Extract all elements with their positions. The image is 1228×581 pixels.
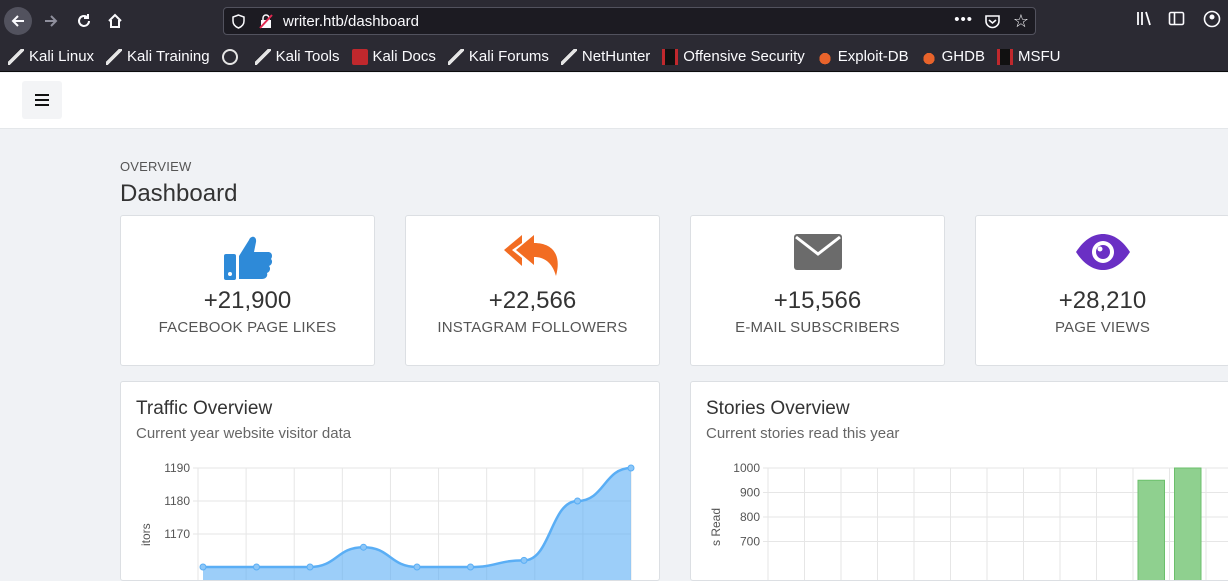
bar — [1174, 467, 1202, 580]
globe-icon — [221, 48, 238, 65]
bookmark-label: Kali Training — [127, 48, 210, 65]
data-point — [253, 563, 260, 571]
traffic-overview-card: Traffic Overview Current year website vi… — [120, 381, 660, 581]
data-point — [627, 464, 635, 472]
arrow-right-icon — [45, 15, 58, 27]
stat-label: PAGE VIEWS — [1054, 319, 1151, 336]
kali-docs-icon — [351, 48, 368, 65]
hamburger-icon — [35, 94, 49, 96]
bookmark-item[interactable]: MSFU — [996, 48, 1061, 65]
y-tick-label: 900 — [740, 486, 760, 500]
bookmark-item[interactable]: Kali Forums — [447, 48, 549, 65]
bar — [1137, 479, 1165, 580]
y-tick-label: 800 — [740, 510, 760, 524]
insecure-lock-icon[interactable] — [259, 14, 273, 29]
bookmark-item[interactable]: Exploit-DB — [816, 48, 909, 65]
shield-icon[interactable] — [232, 14, 245, 29]
kali-dragon-icon — [447, 48, 464, 65]
bookmark-star-icon[interactable]: ☆ — [1013, 11, 1029, 32]
page-content: OVERVIEW Dashboard +21,900 FACEBOOK PAGE… — [0, 73, 1228, 581]
bookmark-label: Kali Linux — [29, 48, 95, 65]
data-point — [360, 543, 367, 551]
stat-value: +15,566 — [773, 287, 862, 314]
stat-card-email: +15,566 E-MAIL SUBSCRIBERS — [690, 215, 945, 366]
eye-icon — [1075, 234, 1130, 270]
exploit-db-icon — [816, 48, 833, 65]
stat-label: FACEBOOK PAGE LIKES — [158, 319, 337, 336]
stat-label: E-MAIL SUBSCRIBERS — [735, 319, 900, 336]
offsec-icon — [996, 48, 1013, 65]
bookmark-item[interactable]: Kali Tools — [254, 48, 340, 65]
stat-value: +22,566 — [488, 287, 577, 314]
data-point — [199, 563, 207, 571]
stat-value: +21,900 — [203, 287, 292, 314]
offsec-icon — [662, 48, 679, 65]
kali-dragon-icon — [8, 48, 24, 65]
forward-button[interactable] — [37, 7, 65, 35]
home-icon — [108, 13, 122, 28]
page-actions-menu[interactable]: ••• — [954, 11, 973, 28]
bookmarks-toolbar: Kali Linux Kali Training Kali Tools Kali Do… — [0, 42, 1228, 72]
y-axis-label: s Read — [709, 508, 723, 546]
reload-button[interactable] — [70, 7, 98, 35]
url-text[interactable]: writer.htb/dashboard — [283, 13, 419, 30]
data-point — [574, 497, 581, 505]
stat-card-page-views: +28,210 PAGE VIEWS — [975, 215, 1228, 366]
bookmark-label: NetHunter — [581, 48, 651, 65]
bookmark-item[interactable]: Kali Linux — [8, 48, 94, 65]
y-tick-label: 1000 — [733, 461, 760, 475]
y-axis-label: itors — [139, 523, 153, 546]
arrow-left-icon — [11, 15, 24, 27]
stories-chart: 1000 900 800 700 s Read — [709, 461, 1228, 580]
sidebar-icon[interactable] — [1168, 10, 1185, 27]
page-title: Dashboard — [120, 180, 238, 207]
bookmark-item[interactable]: Kali Training — [106, 48, 210, 65]
back-button[interactable] — [4, 7, 32, 35]
envelope-icon — [793, 234, 842, 270]
data-point — [413, 563, 421, 571]
exploit-db-icon — [920, 48, 937, 65]
stat-card-facebook: +21,900 FACEBOOK PAGE LIKES — [120, 215, 375, 366]
y-tick-label: 1180 — [164, 494, 190, 508]
y-tick-label: 1190 — [164, 461, 190, 475]
bookmark-item[interactable] — [221, 48, 243, 65]
stat-label: INSTAGRAM FOLLOWERS — [437, 319, 628, 336]
bookmark-label: Exploit-DB — [837, 48, 909, 65]
library-icon[interactable] — [1136, 10, 1153, 27]
stat-value: +28,210 — [1058, 287, 1147, 314]
top-navbar — [0, 73, 1228, 129]
bookmark-label: MSFU — [1017, 48, 1061, 65]
bookmark-label: GHDB — [941, 48, 985, 65]
reply-all-icon — [503, 235, 558, 276]
data-point — [306, 563, 314, 571]
pocket-icon[interactable] — [984, 13, 1001, 30]
data-point — [467, 563, 474, 571]
bookmark-label: Kali Forums — [468, 48, 549, 65]
data-point — [520, 556, 528, 564]
home-button[interactable] — [101, 7, 129, 35]
bookmark-label: Offensive Security — [683, 48, 805, 65]
bookmark-label: Kali Docs — [372, 48, 436, 65]
browser-toolbar: writer.htb/dashboard ••• ☆ — [0, 0, 1228, 42]
traffic-chart: 119011801170itors — [139, 461, 635, 580]
stories-overview-card: Stories Overview Current stories read th… — [690, 381, 1228, 581]
bookmark-item[interactable]: Kali Docs — [351, 48, 436, 65]
reload-icon — [78, 14, 90, 27]
url-bar[interactable]: writer.htb/dashboard ••• ☆ — [223, 7, 1036, 35]
kali-dragon-icon — [254, 48, 271, 65]
thumbs-up-icon — [223, 236, 272, 280]
bookmark-item[interactable]: Offensive Security — [662, 48, 805, 65]
kali-dragon-icon — [106, 48, 123, 65]
menu-toggle-button[interactable] — [22, 81, 62, 119]
account-icon[interactable] — [1203, 10, 1221, 28]
bookmark-item[interactable]: NetHunter — [560, 48, 651, 65]
overview-label: OVERVIEW — [120, 159, 192, 174]
bookmark-item[interactable]: GHDB — [920, 48, 985, 65]
bookmark-label: Kali Tools — [275, 48, 340, 65]
stat-card-instagram: +22,566 INSTAGRAM FOLLOWERS — [405, 215, 660, 366]
kali-dragon-icon — [560, 48, 577, 65]
y-tick-label: 700 — [740, 535, 760, 549]
